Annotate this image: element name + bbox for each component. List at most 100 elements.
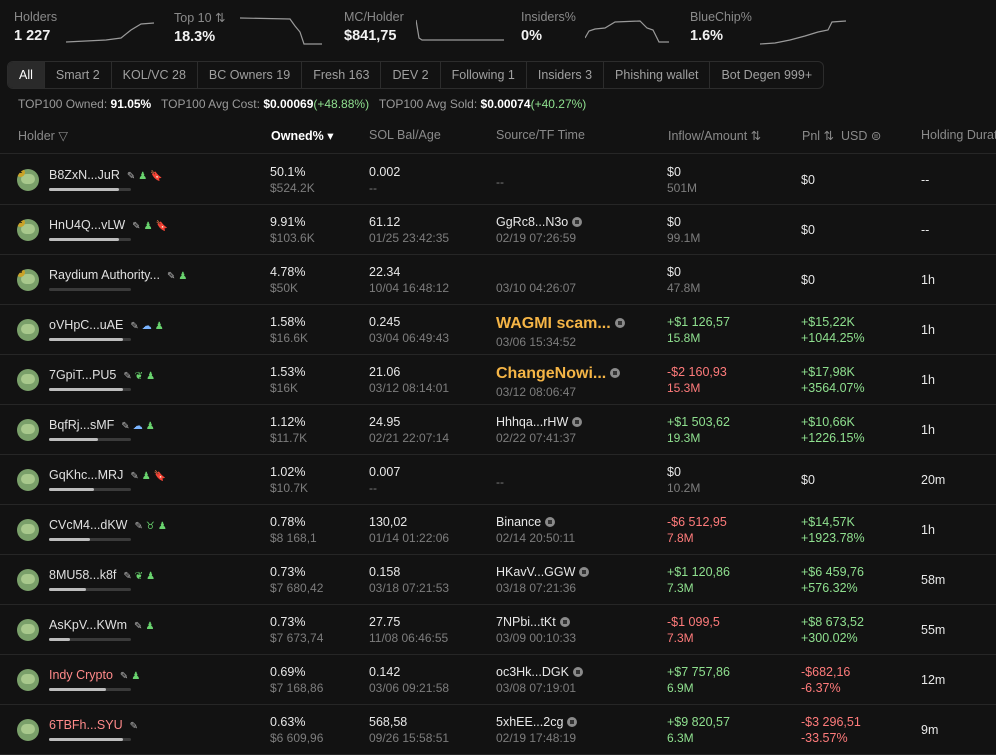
user-tag-icon[interactable]: ♟ <box>146 571 155 582</box>
user-tag-icon[interactable]: ♟ <box>145 621 154 632</box>
flag-icon[interactable]: 🔖 <box>150 171 162 182</box>
col-sol-bal[interactable]: SOL Bal/Age <box>369 128 441 142</box>
col-inflow[interactable]: Inflow/Amount ⇅ <box>668 128 761 143</box>
avatar[interactable] <box>17 319 39 341</box>
user-tag-icon[interactable]: ♟ <box>146 371 155 382</box>
avatar[interactable] <box>17 419 39 441</box>
wallet-icon[interactable] <box>545 516 556 527</box>
funding-source[interactable]: oc3Hk...DGK <box>496 665 569 679</box>
avatar[interactable] <box>17 369 39 391</box>
edit-icon[interactable]: ✎ <box>135 521 143 532</box>
edit-icon[interactable]: ✎ <box>132 221 140 232</box>
holder-address[interactable]: BqfRj...sMF <box>49 418 114 432</box>
holder-address[interactable]: AsKpV...KWm <box>49 618 127 632</box>
wallet-icon[interactable] <box>572 416 583 427</box>
edit-icon[interactable]: ✎ <box>127 171 135 182</box>
user-tag-icon[interactable]: ♟ <box>158 521 167 532</box>
avatar[interactable]: 2 <box>17 219 39 241</box>
col-holding-duration[interactable]: Holding Durati <box>921 128 996 142</box>
tab-all[interactable]: All <box>8 62 45 88</box>
user-tag-icon[interactable]: ♟ <box>131 671 140 682</box>
tab-smart[interactable]: Smart 2 <box>45 62 112 88</box>
flag-icon[interactable]: 🔖 <box>156 221 168 232</box>
table-row[interactable]: 7GpiT...PU5 ✎ ❦ ♟ 1.53% $16K 21.06 03/12 08… <box>0 355 996 405</box>
table-row[interactable]: 8MU58...k8f ✎ ❦ ♟ 0.73% $7 680,42 0.158 03/… <box>0 555 996 605</box>
table-row[interactable]: 6TBFh...SYU ✎ 0.63% $6 609,96 568,58 09/2… <box>0 705 996 755</box>
col-holder[interactable]: Holder ▽ <box>18 128 68 143</box>
wallet-icon[interactable] <box>572 666 583 677</box>
table-row[interactable]: CVcM4...dKW ✎ ♉ ♟ 0.78% $8 168,1 130,02 01/… <box>0 505 996 555</box>
holder-address[interactable]: 7GpiT...PU5 <box>49 368 116 382</box>
funding-source[interactable]: 7NPbi...tKt <box>496 615 556 629</box>
holder-address[interactable]: CVcM4...dKW <box>49 518 128 532</box>
stat-label[interactable]: Top 10 ⇅ <box>174 10 225 25</box>
table-row[interactable]: oVHpC...uAE ✎ ☁ ♟ 1.58% $16.6K 0.245 03/04 … <box>0 305 996 355</box>
user-tag-icon[interactable]: ♟ <box>178 271 187 282</box>
avatar[interactable] <box>17 669 39 691</box>
holder-address[interactable]: Indy Crypto <box>49 668 113 682</box>
filter-icon[interactable]: ▽ <box>58 129 68 143</box>
avatar[interactable] <box>17 569 39 591</box>
tab-phishing-wallet[interactable]: Phishing wallet <box>604 62 711 88</box>
edit-icon[interactable]: ✎ <box>130 721 138 732</box>
avatar[interactable] <box>17 519 39 541</box>
col-pnl[interactable]: Pnl ⇅ <box>802 128 834 143</box>
tab-dev[interactable]: DEV 2 <box>381 62 441 88</box>
tab-fresh[interactable]: Fresh 163 <box>302 62 382 88</box>
avatar[interactable]: 3 <box>17 269 39 291</box>
edit-icon[interactable]: ✎ <box>121 421 129 432</box>
funding-source[interactable]: Hhhqa...rHW <box>496 415 568 429</box>
edit-icon[interactable]: ✎ <box>123 371 131 382</box>
table-row[interactable]: GqKhc...MRJ ✎ ♟ 🔖 1.02% $10.7K 0.007 -- -- … <box>0 455 996 505</box>
holder-address[interactable]: HnU4Q...vLW <box>49 218 125 232</box>
funding-source[interactable]: GgRc8...N3o <box>496 215 568 229</box>
tab-bot-degen[interactable]: Bot Degen 999+ <box>710 62 823 88</box>
holder-address[interactable]: oVHpC...uAE <box>49 318 123 332</box>
edit-icon[interactable]: ✎ <box>120 671 128 682</box>
funding-source[interactable]: ChangeNowi... <box>496 365 606 382</box>
col-source[interactable]: Source/TF Time <box>496 128 585 142</box>
holder-address[interactable]: GqKhc...MRJ <box>49 468 123 482</box>
funding-source[interactable]: HKavV...GGW <box>496 565 575 579</box>
tab-bc-owners[interactable]: BC Owners 19 <box>198 62 303 88</box>
wallet-icon[interactable] <box>559 616 570 627</box>
edit-icon[interactable]: ✎ <box>134 621 142 632</box>
leaf-icon[interactable]: ❦ <box>135 571 143 582</box>
holder-address[interactable]: 6TBFh...SYU <box>49 718 123 732</box>
bull-icon[interactable]: ♉ <box>146 521 155 532</box>
holder-address[interactable]: 8MU58...k8f <box>49 568 116 582</box>
cloud-icon[interactable]: ☁ <box>142 321 152 332</box>
avatar[interactable] <box>17 469 39 491</box>
wallet-icon[interactable] <box>579 566 590 577</box>
table-row[interactable]: Indy Crypto ✎ ♟ 0.69% $7 168,86 0.142 03/0… <box>0 655 996 705</box>
tab-following[interactable]: Following 1 <box>441 62 527 88</box>
tab-kol-vc[interactable]: KOL/VC 28 <box>112 62 198 88</box>
user-tag-icon[interactable]: ♟ <box>138 171 147 182</box>
funding-source[interactable]: Binance <box>496 515 541 529</box>
wallet-icon[interactable] <box>610 367 621 378</box>
user-tag-icon[interactable]: ♟ <box>155 321 164 332</box>
holder-address[interactable]: B8ZxN...JuR <box>49 168 120 182</box>
edit-icon[interactable]: ✎ <box>130 471 138 482</box>
holder-address[interactable]: Raydium Authority... <box>49 268 160 282</box>
edit-icon[interactable]: ✎ <box>130 321 138 332</box>
avatar[interactable]: 1 <box>17 169 39 191</box>
col-usd-toggle[interactable]: USD ⊜ <box>841 128 881 143</box>
table-row[interactable]: 1 B8ZxN...JuR ✎ ♟ 🔖 50.1% $524.2K 0.002 -- … <box>0 155 996 205</box>
col-owned[interactable]: Owned% ▾ <box>271 128 334 143</box>
funding-source[interactable]: 5xhEE...2cg <box>496 715 563 729</box>
avatar[interactable] <box>17 619 39 641</box>
table-row[interactable]: 3 Raydium Authority... ✎ ♟ 4.78% $50K 22.3… <box>0 255 996 305</box>
table-row[interactable]: BqfRj...sMF ✎ ☁ ♟ 1.12% $11.7K 24.95 02/21 … <box>0 405 996 455</box>
funding-source[interactable]: -- <box>496 475 504 489</box>
leaf-icon[interactable]: ❦ <box>135 371 143 382</box>
wallet-icon[interactable] <box>567 716 578 727</box>
edit-icon[interactable]: ✎ <box>123 571 131 582</box>
user-tag-icon[interactable]: ♟ <box>144 221 153 232</box>
user-tag-icon[interactable]: ♟ <box>142 471 151 482</box>
avatar[interactable] <box>17 719 39 741</box>
table-row[interactable]: AsKpV...KWm ✎ ♟ 0.73% $7 673,74 27.75 11/0… <box>0 605 996 655</box>
cloud-icon[interactable]: ☁ <box>133 421 143 432</box>
wallet-icon[interactable] <box>572 216 583 227</box>
funding-source[interactable]: -- <box>496 175 504 189</box>
